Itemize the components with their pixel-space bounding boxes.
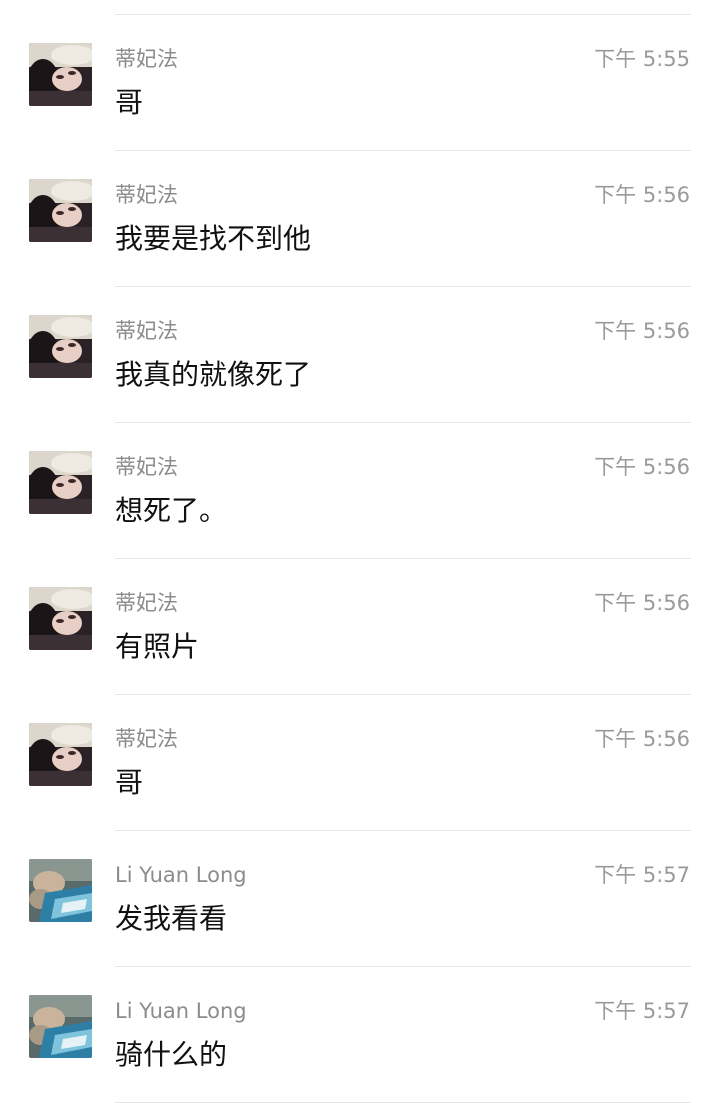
message-row[interactable]: Li Yuan Long 下午 5:57 骑什么的 (0, 967, 720, 1103)
message-time: 下午 5:56 (594, 183, 690, 207)
sender-name: 蒂妃法 (115, 183, 178, 207)
hand-photo-avatar[interactable] (29, 995, 92, 1058)
woman-lying-avatar[interactable] (29, 723, 92, 786)
message-time: 下午 5:56 (594, 727, 690, 751)
message-time: 下午 5:56 (594, 319, 690, 343)
sender-name: 蒂妃法 (115, 591, 178, 615)
message-text[interactable]: 哥 (115, 83, 143, 123)
message-text[interactable]: 想死了。 (115, 491, 227, 531)
sender-name: 蒂妃法 (115, 727, 178, 751)
message-row[interactable]: 蒂妃法 下午 5:56 我要是找不到他 (0, 151, 720, 287)
message-row[interactable]: Li Yuan Long 下午 5:57 发我看看 (0, 831, 720, 967)
message-time: 下午 5:55 (594, 47, 690, 71)
message-time: 下午 5:56 (594, 455, 690, 479)
message-time: 下午 5:56 (594, 591, 690, 615)
message-row[interactable]: 蒂妃法 下午 5:56 想死了。 (0, 423, 720, 559)
sender-name: 蒂妃法 (115, 319, 178, 343)
hand-photo-avatar[interactable] (29, 859, 92, 922)
message-text[interactable]: 发我看看 (115, 899, 227, 939)
message-time: 下午 5:57 (594, 863, 690, 887)
message-text[interactable]: 我要是找不到他 (115, 219, 311, 259)
sender-name: Li Yuan Long (115, 863, 247, 887)
message-text[interactable]: 骑什么的 (115, 1035, 227, 1075)
woman-lying-avatar[interactable] (29, 179, 92, 242)
message-row[interactable]: 蒂妃法 下午 5:55 哥 (0, 15, 720, 151)
message-row[interactable]: 蒂妃法 下午 5:56 有照片 (0, 559, 720, 695)
sender-name: 蒂妃法 (115, 455, 178, 479)
woman-lying-avatar[interactable] (29, 451, 92, 514)
chat-message-list[interactable]: 蒂妃法 下午 5:55 哥 蒂妃法 下午 5:56 我要是找不到他 蒂妃法 下午… (0, 0, 720, 1103)
message-text[interactable]: 哥 (115, 763, 143, 803)
message-row[interactable]: 蒂妃法 下午 5:56 我真的就像死了 (0, 287, 720, 423)
woman-lying-avatar[interactable] (29, 43, 92, 106)
message-text[interactable]: 我真的就像死了 (115, 355, 311, 395)
sender-name: Li Yuan Long (115, 999, 247, 1023)
woman-lying-avatar[interactable] (29, 587, 92, 650)
message-row[interactable]: 蒂妃法 下午 5:56 哥 (0, 695, 720, 831)
message-text[interactable]: 有照片 (115, 627, 199, 667)
sender-name: 蒂妃法 (115, 47, 178, 71)
woman-lying-avatar[interactable] (29, 315, 92, 378)
message-time: 下午 5:57 (594, 999, 690, 1023)
